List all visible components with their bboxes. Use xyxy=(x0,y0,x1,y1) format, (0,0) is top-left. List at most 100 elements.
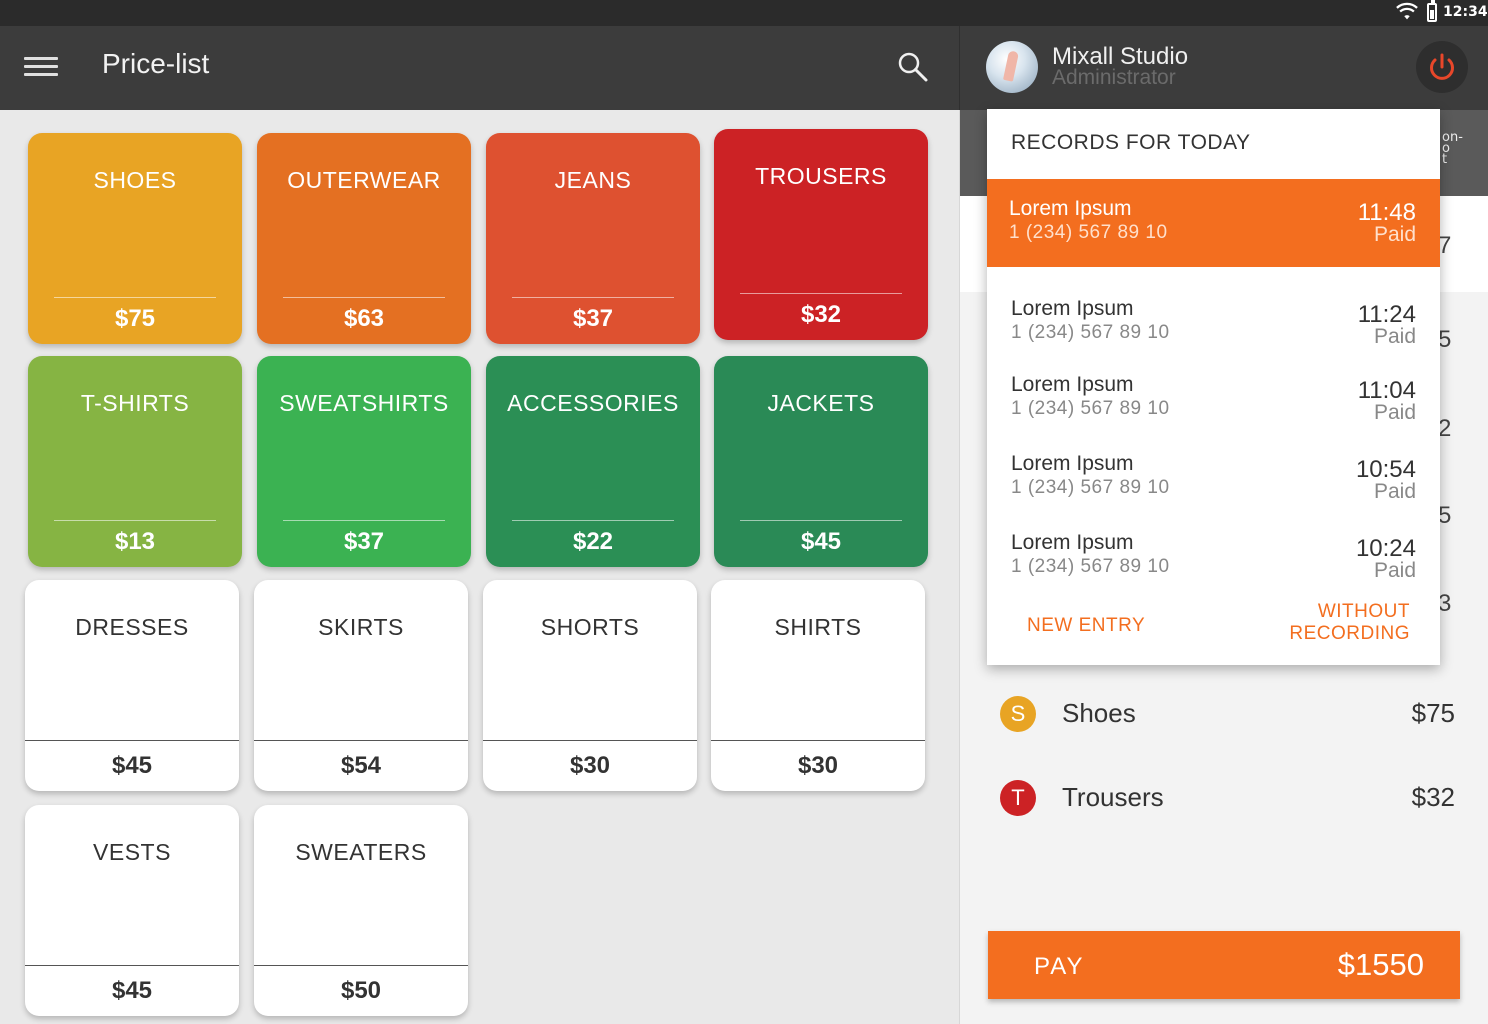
category-tile-sweaters[interactable]: SWEATERS $50 xyxy=(254,805,468,1016)
category-price: $45 xyxy=(800,528,842,555)
tile-divider xyxy=(740,520,902,521)
records-title: RECORDS FOR TODAY xyxy=(1011,131,1251,154)
hamburger-menu-icon[interactable] xyxy=(24,55,58,79)
tile-divider xyxy=(254,740,468,741)
category-tile-dresses[interactable]: DRESSES $45 xyxy=(25,580,239,791)
pay-total: $1550 xyxy=(1337,947,1424,982)
category-price: $45 xyxy=(111,977,153,1004)
record-row[interactable]: Lorem Ipsum 1 (234) 567 89 10 11:04 Paid xyxy=(987,357,1440,435)
order-item-row[interactable]: T Trousers $32 xyxy=(960,769,1488,829)
status-bar: 12:34 xyxy=(0,0,1488,26)
record-phone: 1 (234) 567 89 10 xyxy=(1011,477,1170,498)
record-status: Paid xyxy=(1373,401,1416,424)
power-icon xyxy=(1430,53,1454,80)
tile-divider xyxy=(25,740,239,741)
category-name: SHORTS xyxy=(540,614,640,640)
category-tile-t-shirts[interactable]: T-SHIRTS $13 xyxy=(28,356,242,567)
category-tile-shoes[interactable]: SHOES $75 xyxy=(28,133,242,344)
category-name: SKIRTS xyxy=(318,614,404,640)
hidden-row-value: 3 xyxy=(1438,590,1452,617)
avatar[interactable] xyxy=(986,41,1038,93)
category-name: JEANS xyxy=(554,167,632,193)
record-row[interactable]: Lorem Ipsum 1 (234) 567 89 10 11:48 Paid xyxy=(987,179,1440,267)
panel-tab-label[interactable]: on- o t xyxy=(1442,132,1482,165)
order-item-row[interactable]: S Shoes $75 xyxy=(960,685,1488,745)
category-price: $45 xyxy=(111,752,153,779)
category-tile-skirts[interactable]: SKIRTS $54 xyxy=(254,580,468,791)
record-status: Paid xyxy=(1373,325,1416,348)
wifi-icon xyxy=(1396,2,1418,20)
category-tile-outerwear[interactable]: OUTERWEAR $63 xyxy=(257,133,471,344)
tile-divider xyxy=(711,740,925,741)
without-recording-button[interactable]: WITHOUT RECORDING xyxy=(1270,601,1410,645)
battery-icon xyxy=(1427,0,1437,22)
tile-divider xyxy=(283,297,445,298)
record-name: Lorem Ipsum xyxy=(1011,373,1134,396)
category-name: JACKETS xyxy=(767,390,875,416)
category-name: SHOES xyxy=(93,167,177,193)
hidden-row-value: 2 xyxy=(1438,415,1452,442)
category-price: $37 xyxy=(343,528,385,555)
category-tile-shirts[interactable]: SHIRTS $30 xyxy=(711,580,925,791)
category-name: SWEATERS xyxy=(295,839,427,865)
record-name: Lorem Ipsum xyxy=(1011,297,1134,320)
category-price: $75 xyxy=(114,305,156,332)
category-price: $32 xyxy=(800,301,842,328)
tile-divider xyxy=(54,297,216,298)
category-name: ACCESSORIES xyxy=(507,390,679,416)
new-entry-button[interactable]: NEW ENTRY xyxy=(1027,615,1145,637)
category-name: OUTERWEAR xyxy=(287,167,441,193)
records-dropdown: RECORDS FOR TODAY Lorem Ipsum 1 (234) 56… xyxy=(987,109,1440,665)
tile-divider xyxy=(483,740,697,741)
search-icon[interactable] xyxy=(896,50,930,84)
category-price: $37 xyxy=(572,305,614,332)
record-row[interactable]: Lorem Ipsum 1 (234) 567 89 10 11:24 Paid xyxy=(987,281,1440,359)
record-row[interactable]: Lorem Ipsum 1 (234) 567 89 10 10:54 Paid xyxy=(987,436,1440,514)
item-name: Shoes xyxy=(1062,698,1136,728)
category-price: $50 xyxy=(340,977,382,1004)
hidden-row-value: 5 xyxy=(1438,326,1452,353)
pay-button[interactable]: PAY $1550 xyxy=(988,931,1460,999)
record-status: Paid xyxy=(1373,223,1416,246)
tile-divider xyxy=(25,965,239,966)
category-name: T-SHIRTS xyxy=(80,390,190,416)
record-row[interactable]: Lorem Ipsum 1 (234) 567 89 10 10:24 Paid xyxy=(987,515,1440,593)
app-toolbar: Price-list xyxy=(0,26,959,110)
record-status: Paid xyxy=(1373,480,1416,503)
tile-divider xyxy=(740,293,902,294)
category-tile-shorts[interactable]: SHORTS $30 xyxy=(483,580,697,791)
category-name: SWEATSHIRTS xyxy=(279,390,449,416)
category-tile-sweatshirts[interactable]: SWEATSHIRTS $37 xyxy=(257,356,471,567)
category-price: $30 xyxy=(569,752,611,779)
tile-divider xyxy=(512,520,674,521)
record-name: Lorem Ipsum xyxy=(1011,452,1134,475)
record-status: Paid xyxy=(1373,559,1416,582)
hidden-row-value: 5 xyxy=(1438,502,1452,529)
record-name: Lorem Ipsum xyxy=(1011,531,1134,554)
category-name: TROUSERS xyxy=(755,163,887,189)
tile-divider xyxy=(512,297,674,298)
tile-divider xyxy=(254,965,468,966)
category-price: $30 xyxy=(797,752,839,779)
record-phone: 1 (234) 567 89 10 xyxy=(1011,398,1170,419)
category-name: VESTS xyxy=(93,839,171,865)
category-price: $22 xyxy=(572,528,614,555)
category-tile-accessories[interactable]: ACCESSORIES $22 xyxy=(486,356,700,567)
category-tile-vests[interactable]: VESTS $45 xyxy=(25,805,239,1016)
category-price: $13 xyxy=(114,528,156,555)
item-badge: S xyxy=(1000,696,1036,732)
item-price: $75 xyxy=(1411,698,1455,728)
category-tile-trousers[interactable]: TROUSERS $32 xyxy=(714,129,928,340)
category-tile-jackets[interactable]: JACKETS $45 xyxy=(714,356,928,567)
item-badge: T xyxy=(1000,780,1036,816)
category-tile-jeans[interactable]: JEANS $37 xyxy=(486,133,700,344)
item-price: $32 xyxy=(1411,782,1455,812)
record-name: Lorem Ipsum xyxy=(1009,197,1132,220)
pay-label: PAY xyxy=(1034,953,1085,980)
tile-divider xyxy=(283,520,445,521)
category-name: SHIRTS xyxy=(774,614,862,640)
page-title: Price-list xyxy=(102,48,210,79)
status-clock: 12:34 xyxy=(1443,4,1488,20)
user-header: Mixall Studio Administrator xyxy=(959,26,1488,110)
power-button[interactable] xyxy=(1416,41,1468,93)
